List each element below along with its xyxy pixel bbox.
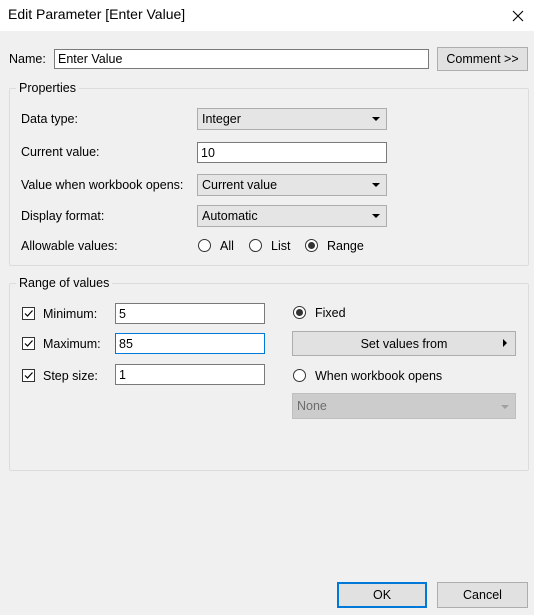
allowable-all-label: All bbox=[220, 239, 234, 253]
chevron-down-icon bbox=[372, 183, 380, 187]
chevron-right-icon bbox=[503, 339, 507, 347]
maximum-checkbox[interactable] bbox=[22, 337, 35, 350]
title-bar: Edit Parameter [Enter Value] bbox=[0, 0, 534, 31]
chevron-down-icon bbox=[372, 117, 380, 121]
checkmark-icon bbox=[24, 372, 33, 379]
display-format-dropdown[interactable]: Automatic bbox=[197, 205, 387, 227]
step-size-checkbox[interactable] bbox=[22, 369, 35, 382]
data-type-dropdown[interactable]: Integer bbox=[197, 108, 387, 130]
display-format-label: Display format: bbox=[21, 209, 105, 223]
minimum-input[interactable] bbox=[115, 303, 265, 324]
set-values-from-button[interactable]: Set values from bbox=[292, 331, 516, 356]
current-value-label: Current value: bbox=[21, 145, 100, 159]
ok-button[interactable]: OK bbox=[337, 582, 427, 608]
step-size-label: Step size: bbox=[43, 369, 98, 383]
workbook-opens-dropdown[interactable]: Current value bbox=[197, 174, 387, 196]
maximum-input[interactable] bbox=[115, 333, 265, 354]
properties-group-title: Properties bbox=[16, 81, 79, 95]
allowable-values-label: Allowable values: bbox=[21, 239, 118, 253]
when-workbook-opens-value: None bbox=[297, 399, 327, 413]
workbook-opens-value: Current value bbox=[202, 178, 278, 192]
workbook-opens-label: Value when workbook opens: bbox=[21, 178, 184, 192]
maximum-label: Maximum: bbox=[43, 337, 101, 351]
name-label: Name: bbox=[9, 52, 46, 66]
close-button[interactable] bbox=[502, 0, 534, 31]
fixed-radio[interactable] bbox=[293, 306, 306, 319]
step-size-input[interactable] bbox=[115, 364, 265, 385]
fixed-label: Fixed bbox=[315, 306, 346, 320]
chevron-down-icon bbox=[501, 405, 509, 409]
when-workbook-opens-dropdown[interactable]: None bbox=[292, 393, 516, 419]
allowable-range-label: Range bbox=[327, 239, 364, 253]
allowable-list-radio[interactable] bbox=[249, 239, 262, 252]
chevron-down-icon bbox=[372, 214, 380, 218]
minimum-checkbox[interactable] bbox=[22, 307, 35, 320]
current-value-input[interactable] bbox=[197, 142, 387, 163]
when-workbook-opens-radio[interactable] bbox=[293, 369, 306, 382]
range-group-title: Range of values bbox=[16, 276, 113, 290]
allowable-all-radio[interactable] bbox=[198, 239, 211, 252]
allowable-list-label: List bbox=[271, 239, 291, 253]
name-input[interactable] bbox=[54, 49, 429, 69]
cancel-button[interactable]: Cancel bbox=[437, 582, 528, 608]
checkmark-icon bbox=[24, 310, 33, 317]
display-format-value: Automatic bbox=[202, 209, 258, 223]
data-type-value: Integer bbox=[202, 112, 241, 126]
comment-button[interactable]: Comment >> bbox=[437, 47, 528, 71]
when-workbook-opens-label: When workbook opens bbox=[315, 369, 443, 383]
window-title: Edit Parameter [Enter Value] bbox=[8, 6, 186, 22]
allowable-range-radio[interactable] bbox=[305, 239, 318, 252]
set-values-from-label: Set values from bbox=[360, 336, 448, 351]
minimum-label: Minimum: bbox=[43, 307, 98, 321]
close-icon bbox=[512, 10, 524, 21]
data-type-label: Data type: bbox=[21, 112, 78, 126]
checkmark-icon bbox=[24, 340, 33, 347]
